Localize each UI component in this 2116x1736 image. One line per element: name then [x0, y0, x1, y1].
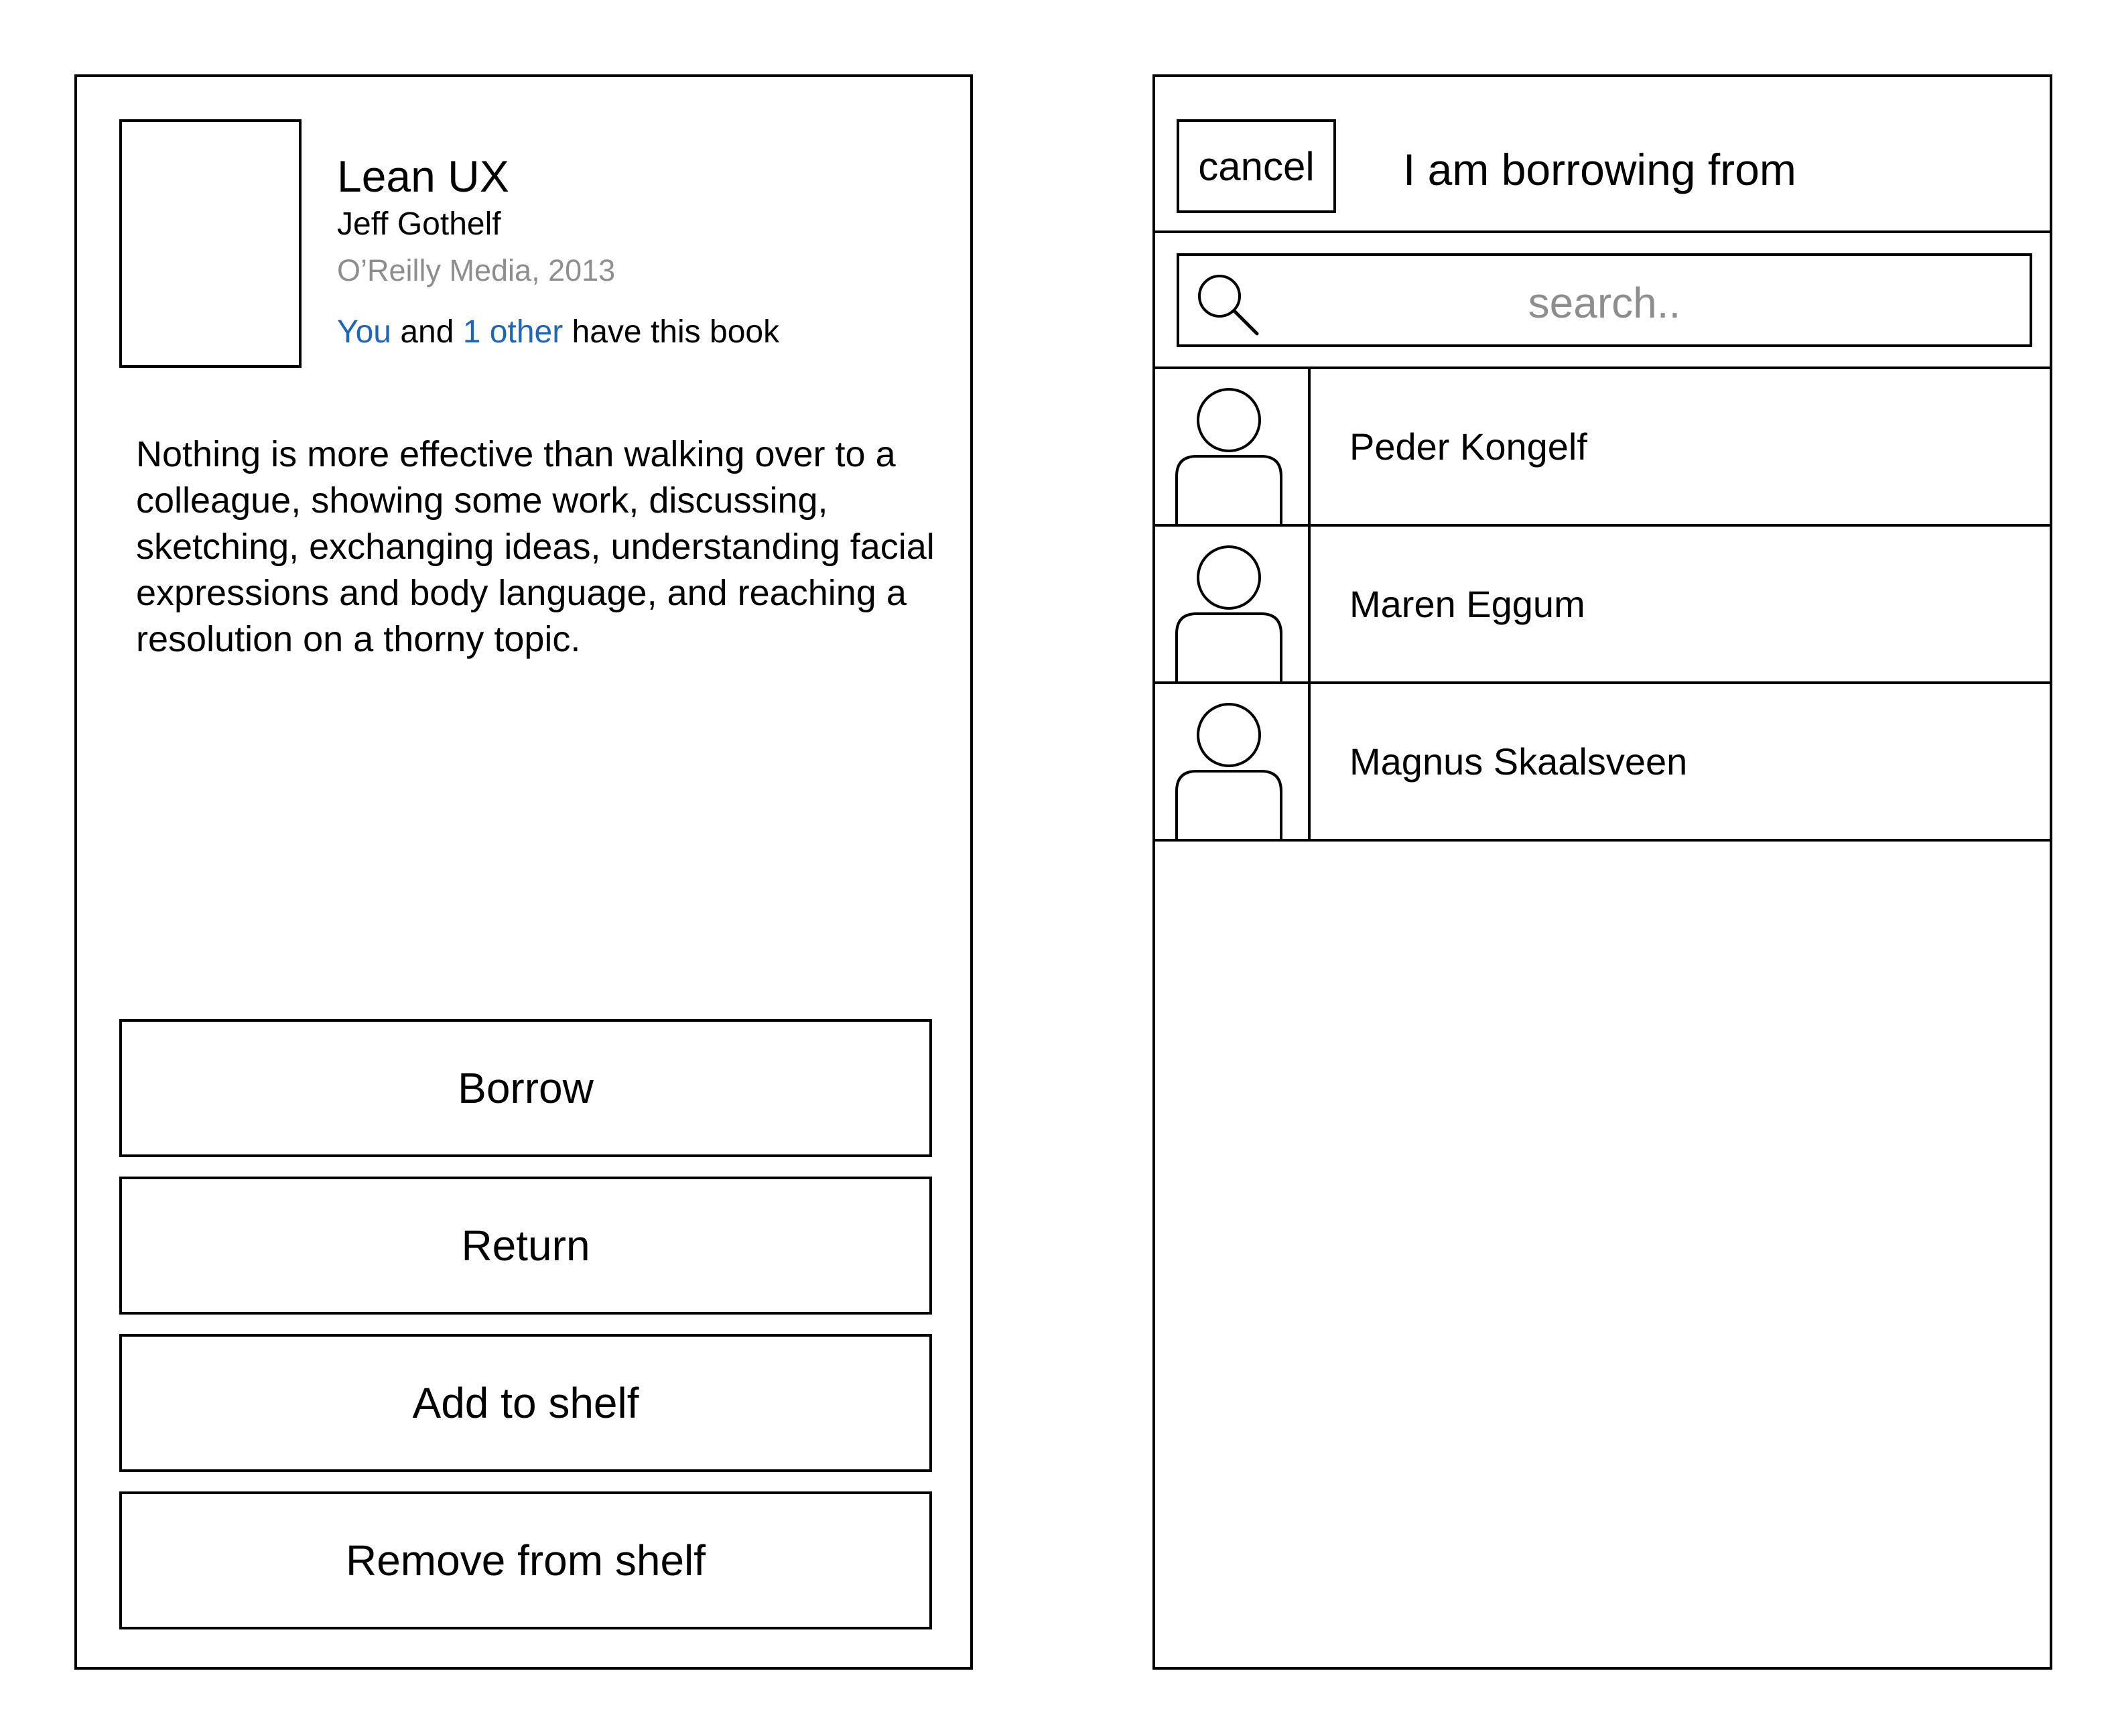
book-cover-image [119, 119, 302, 368]
person-list: Peder Kongelf Maren Eggum Magnus Skaalsv… [1155, 369, 2050, 842]
sheet-title: I am borrowing from [1403, 145, 1796, 194]
borrow-sheet-header: cancel I am borrowing from [1155, 77, 2050, 233]
person-name: Magnus Skaalsveen [1349, 740, 1688, 783]
owners-and-text: and [391, 314, 463, 350]
person-name: Peder Kongelf [1349, 425, 1587, 468]
person-icon [1175, 388, 1282, 524]
search-input[interactable]: search.. [1177, 253, 2032, 347]
book-detail-screen: Lean UX Jeff Gothelf O’Reilly Media, 201… [74, 74, 973, 1670]
list-item[interactable]: Maren Eggum [1155, 527, 2050, 684]
person-icon [1175, 545, 1282, 681]
return-button[interactable]: Return [119, 1177, 932, 1315]
owners-suffix-text: have this book [563, 314, 780, 350]
add-to-shelf-button[interactable]: Add to shelf [119, 1334, 932, 1472]
owner-you-link[interactable]: You [337, 314, 391, 350]
owner-other-link[interactable]: 1 other [463, 314, 563, 350]
list-item[interactable]: Magnus Skaalsveen [1155, 684, 2050, 842]
list-item[interactable]: Peder Kongelf [1155, 369, 2050, 527]
person-name: Maren Eggum [1349, 583, 1585, 625]
book-owners-line: You and 1 other have this book [337, 316, 779, 348]
search-placeholder: search.. [1528, 279, 1681, 327]
remove-from-shelf-button[interactable]: Remove from shelf [119, 1491, 932, 1629]
book-title: Lean UX [337, 151, 509, 201]
book-author: Jeff Gothelf [337, 206, 501, 242]
book-description: Nothing is more effective than walking o… [136, 434, 935, 659]
book-publisher: O’Reilly Media, 2013 [337, 253, 616, 287]
avatar [1155, 684, 1311, 839]
search-bar: search.. [1155, 233, 2050, 369]
avatar [1155, 527, 1311, 681]
avatar [1155, 369, 1311, 524]
borrow-from-screen: cancel I am borrowing from search.. Pede… [1152, 74, 2052, 1670]
cancel-button[interactable]: cancel [1177, 119, 1336, 213]
person-icon [1175, 703, 1282, 839]
borrow-button[interactable]: Borrow [119, 1019, 932, 1157]
